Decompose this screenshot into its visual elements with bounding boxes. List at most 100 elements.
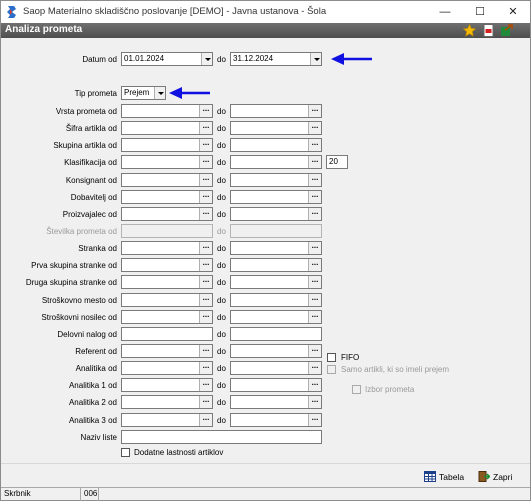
lookup-button[interactable]: ... — [199, 259, 212, 271]
range-from-input[interactable]: ... — [121, 121, 213, 135]
range-to-input[interactable] — [230, 224, 322, 238]
maximize-button[interactable]: ☐ — [463, 1, 497, 23]
lookup-button[interactable]: ... — [308, 311, 321, 323]
range-to-input[interactable]: ... — [230, 413, 322, 427]
lookup-button[interactable]: ... — [308, 276, 321, 288]
range-to-input[interactable]: ... — [230, 293, 322, 307]
lookup-button[interactable]: ... — [308, 396, 321, 408]
status-code: 006 — [81, 488, 99, 501]
naziv-liste-input[interactable] — [121, 430, 322, 444]
lookup-button[interactable]: ... — [308, 156, 321, 168]
lookup-button[interactable]: ... — [199, 242, 212, 254]
lookup-button[interactable]: ... — [199, 414, 212, 426]
range-to-input[interactable]: ... — [230, 258, 322, 272]
tip-prometa-select[interactable]: Prejem — [121, 86, 166, 100]
lookup-button[interactable]: ... — [199, 122, 212, 134]
lookup-button[interactable]: ... — [308, 414, 321, 426]
range-to-input[interactable]: ... — [230, 395, 322, 409]
range-from-input[interactable]: ... — [121, 361, 213, 375]
lookup-button[interactable]: ... — [199, 311, 212, 323]
samo-artikli-checkbox[interactable] — [327, 365, 336, 374]
izbor-prometa-checkbox[interactable] — [352, 385, 361, 394]
lookup-button[interactable]: ... — [308, 345, 321, 357]
chevron-down-icon[interactable] — [310, 53, 321, 65]
lookup-button[interactable]: ... — [199, 362, 212, 374]
lookup-button[interactable]: ... — [308, 242, 321, 254]
lookup-button[interactable]: ... — [308, 122, 321, 134]
dodatne-lastnosti-checkbox[interactable] — [121, 448, 130, 457]
range-to-input[interactable]: ... — [230, 241, 322, 255]
range-to-input[interactable]: ... — [230, 344, 322, 358]
datum-od-field[interactable]: 01.01.2024 — [121, 52, 213, 66]
range-from-input[interactable] — [121, 224, 213, 238]
lookup-button[interactable]: ... — [199, 294, 212, 306]
range-from-input[interactable]: ... — [121, 173, 213, 187]
lookup-button[interactable]: ... — [308, 174, 321, 186]
range-from-input[interactable]: ... — [121, 155, 213, 169]
datum-do-field[interactable]: 31.12.2024 — [230, 52, 322, 66]
app-logo-icon — [7, 6, 16, 18]
lookup-button[interactable]: ... — [199, 396, 212, 408]
lookup-button[interactable]: ... — [199, 276, 212, 288]
samo-artikli-label: Samo artikli, ki so imeli prejem — [341, 365, 450, 374]
zapri-button[interactable]: Zapri — [475, 468, 515, 485]
datum-do-value: 31.12.2024 — [233, 54, 274, 63]
lookup-button[interactable]: ... — [199, 379, 212, 391]
fifo-checkbox[interactable] — [327, 353, 336, 362]
lookup-button[interactable]: ... — [199, 105, 212, 117]
lookup-button[interactable]: ... — [308, 139, 321, 151]
lookup-button[interactable]: ... — [308, 191, 321, 203]
lookup-button[interactable]: ... — [308, 259, 321, 271]
range-from-input[interactable]: ... — [121, 104, 213, 118]
range-from-input[interactable]: ... — [121, 378, 213, 392]
range-to-input[interactable] — [230, 327, 322, 341]
range-to-input[interactable]: ... — [230, 121, 322, 135]
chevron-down-icon[interactable] — [154, 87, 165, 99]
klasifikacija-level-field[interactable]: 20 — [326, 155, 348, 169]
range-from-input[interactable]: ... — [121, 413, 213, 427]
lookup-button[interactable]: ... — [308, 208, 321, 220]
range-from-input[interactable]: ... — [121, 258, 213, 272]
lookup-button[interactable]: ... — [308, 105, 321, 117]
lookup-button[interactable]: ... — [199, 208, 212, 220]
range-from-input[interactable]: ... — [121, 190, 213, 204]
range-from-input[interactable] — [121, 327, 213, 341]
lookup-button[interactable]: ... — [199, 174, 212, 186]
minimize-button[interactable]: — — [428, 1, 462, 23]
range-to-input[interactable]: ... — [230, 138, 322, 152]
range-to-input[interactable]: ... — [230, 104, 322, 118]
range-to-input[interactable]: ... — [230, 361, 322, 375]
lookup-button[interactable]: ... — [308, 379, 321, 391]
close-window-button[interactable]: ✕ — [496, 1, 530, 23]
lookup-button[interactable]: ... — [199, 139, 212, 151]
chevron-down-icon[interactable] — [201, 53, 212, 65]
pdf-icon[interactable] — [482, 24, 495, 37]
izbor-prometa-label: Izbor prometa — [365, 385, 415, 394]
analysis-form: Datum od 01.01.2024 do 31.12.2024 Tip pr… — [1, 38, 530, 463]
range-to-input[interactable]: ... — [230, 310, 322, 324]
range-to-input[interactable]: ... — [230, 207, 322, 221]
range-to-input[interactable]: ... — [230, 275, 322, 289]
lookup-button[interactable]: ... — [199, 156, 212, 168]
range-from-input[interactable]: ... — [121, 138, 213, 152]
lookup-button[interactable]: ... — [308, 362, 321, 374]
tabela-button[interactable]: Tabela — [421, 468, 467, 485]
range-to-input[interactable]: ... — [230, 378, 322, 392]
range-to-input[interactable]: ... — [230, 173, 322, 187]
range-from-input[interactable]: ... — [121, 207, 213, 221]
datum-od-value: 01.01.2024 — [124, 54, 165, 63]
export-icon[interactable] — [500, 24, 513, 37]
form-title: Analiza prometa — [5, 24, 83, 35]
star-icon[interactable] — [463, 24, 476, 37]
lookup-button[interactable]: ... — [199, 191, 212, 203]
range-to-input[interactable]: ... — [230, 155, 322, 169]
range-from-input[interactable]: ... — [121, 293, 213, 307]
range-to-input[interactable]: ... — [230, 190, 322, 204]
range-from-input[interactable]: ... — [121, 395, 213, 409]
range-from-input[interactable]: ... — [121, 310, 213, 324]
range-from-input[interactable]: ... — [121, 344, 213, 358]
lookup-button[interactable]: ... — [308, 294, 321, 306]
lookup-button[interactable]: ... — [199, 345, 212, 357]
range-from-input[interactable]: ... — [121, 241, 213, 255]
range-from-input[interactable]: ... — [121, 275, 213, 289]
